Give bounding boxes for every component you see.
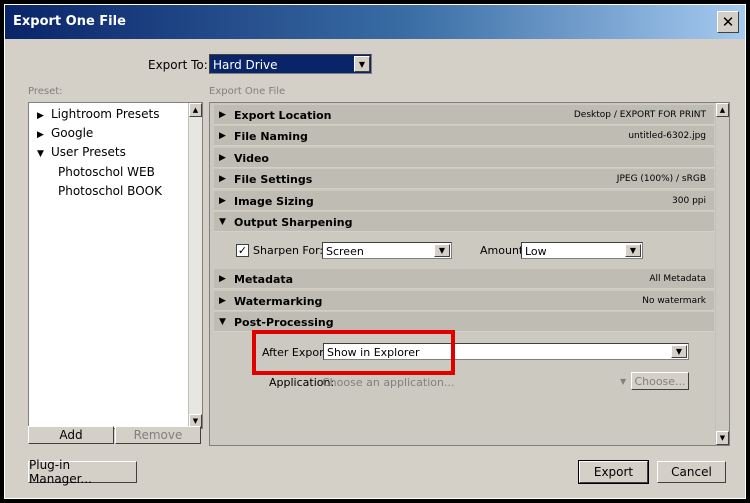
highlight-annotation (252, 330, 455, 375)
scroll-up-icon[interactable]: ▲ (189, 103, 202, 117)
main-panel-label: Export One File (209, 86, 286, 97)
title-bar: Export One File ✕ (5, 5, 745, 39)
preset-item-google[interactable]: ▶ Google (37, 126, 93, 140)
export-button[interactable]: Export (578, 460, 649, 484)
preset-item-lightroom[interactable]: ▶ Lightroom Presets (37, 107, 159, 121)
section-post-processing[interactable]: ▼ Post-Processing (214, 312, 714, 332)
expand-icon[interactable]: ▶ (219, 131, 226, 141)
amount-select[interactable]: Low ▼ (521, 242, 643, 259)
section-watermarking[interactable]: ▶ Watermarking No watermark (214, 291, 714, 311)
chevron-down-icon[interactable]: ▼ (620, 377, 626, 386)
export-dialog: Export One File ✕ Export To: Hard Drive … (4, 4, 746, 499)
preset-item-photoschol-web[interactable]: Photoschol WEB (58, 165, 155, 179)
section-metadata[interactable]: ▶ Metadata All Metadata (214, 269, 714, 289)
preset-item-photoschol-book[interactable]: Photoschol BOOK (58, 184, 162, 198)
section-file-naming[interactable]: ▶ File Naming untitled-6302.jpg (214, 126, 714, 146)
section-output-sharpening[interactable]: ▼ Output Sharpening (214, 212, 714, 232)
sharpen-checkbox[interactable]: ✓ (236, 244, 249, 257)
expand-icon[interactable]: ▶ (219, 274, 226, 284)
chevron-down-icon[interactable]: ▼ (625, 244, 641, 257)
collapse-icon[interactable]: ▼ (219, 317, 226, 327)
application-field[interactable]: Choose an application... (322, 376, 454, 389)
chevron-down-icon[interactable]: ▼ (671, 345, 687, 358)
collapse-icon[interactable]: ▼ (219, 217, 226, 227)
collapse-icon[interactable]: ▼ (37, 149, 51, 159)
settings-panel: ▶ Export Location Desktop / EXPORT FOR P… (209, 102, 730, 446)
section-file-settings[interactable]: ▶ File Settings JPEG (100%) / sRGB (214, 169, 714, 189)
preset-item-user-presets[interactable]: ▼ User Presets (37, 145, 126, 159)
scroll-down-icon[interactable]: ▼ (716, 431, 729, 445)
expand-icon[interactable]: ▶ (219, 110, 226, 120)
amount-value: Low (525, 245, 547, 258)
section-export-location[interactable]: ▶ Export Location Desktop / EXPORT FOR P… (214, 105, 714, 125)
sharpen-for-label: Sharpen For: (253, 244, 324, 257)
export-to-label: Export To: (148, 58, 208, 72)
export-to-select[interactable]: Hard Drive ▼ (209, 54, 372, 74)
export-to-value: Hard Drive (213, 58, 278, 72)
settings-scrollbar[interactable]: ▲ ▼ (715, 103, 729, 445)
expand-icon[interactable]: ▶ (219, 196, 226, 206)
remove-preset-button[interactable]: Remove (115, 426, 201, 444)
section-image-sizing[interactable]: ▶ Image Sizing 300 ppi (214, 191, 714, 211)
section-video[interactable]: ▶ Video (214, 148, 714, 168)
preset-tree[interactable]: ▶ Lightroom Presets ▶ Google ▼ User Presets… (28, 102, 203, 429)
amount-label: Amount: (480, 244, 527, 257)
close-button[interactable]: ✕ (717, 11, 739, 33)
chevron-down-icon[interactable]: ▼ (434, 244, 450, 257)
window-title: Export One File (13, 14, 126, 29)
cancel-button[interactable]: Cancel (657, 461, 726, 483)
expand-icon[interactable]: ▶ (37, 111, 51, 121)
sharpen-for-select[interactable]: Screen ▼ (322, 242, 452, 259)
add-preset-button[interactable]: Add (28, 426, 114, 444)
expand-icon[interactable]: ▶ (37, 130, 51, 140)
expand-icon[interactable]: ▶ (219, 296, 226, 306)
expand-icon[interactable]: ▶ (219, 153, 226, 163)
scroll-up-icon[interactable]: ▲ (716, 103, 729, 117)
chevron-down-icon[interactable]: ▼ (354, 56, 370, 72)
preset-label: Preset: (28, 86, 63, 97)
expand-icon[interactable]: ▶ (219, 174, 226, 184)
choose-application-button[interactable]: Choose... (631, 372, 689, 390)
preset-scrollbar[interactable]: ▲ ▼ (188, 103, 202, 428)
close-icon: ✕ (721, 13, 735, 31)
plugin-manager-button[interactable]: Plug-in Manager... (28, 458, 137, 486)
sharpen-for-value: Screen (326, 245, 364, 258)
